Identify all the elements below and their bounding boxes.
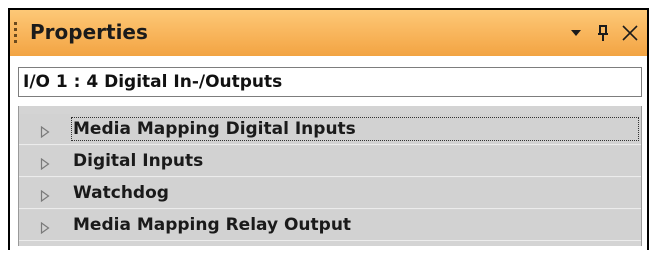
category-media-mapping-digital-inputs[interactable]: Media Mapping Digital Inputs [19, 114, 641, 145]
expand-arrow-icon[interactable] [40, 219, 50, 235]
pin-icon[interactable] [592, 22, 614, 44]
expand-arrow-icon[interactable] [40, 187, 50, 203]
panel-title: Properties [30, 20, 148, 44]
object-selector[interactable]: I/O 1 : 4 Digital In-/Outputs [18, 67, 642, 97]
expand-arrow-icon[interactable] [40, 123, 50, 139]
category-label: Watchdog [73, 183, 169, 203]
category-digital-inputs[interactable]: Digital Inputs [19, 146, 641, 177]
category-label: Digital Inputs [73, 151, 204, 171]
category-watchdog[interactable]: Watchdog [19, 178, 641, 209]
properties-panel: Properties I/O 1 : 4 Digital In-/Outputs… [8, 8, 649, 250]
category-label: Media Mapping Digital Inputs [71, 117, 639, 141]
category-label: Media Mapping Relay Output [73, 215, 352, 235]
close-icon[interactable] [619, 22, 641, 44]
expand-arrow-icon[interactable] [40, 155, 50, 171]
panel-titlebar[interactable]: Properties [10, 10, 647, 56]
category-media-mapping-relay-output[interactable]: Media Mapping Relay Output [19, 210, 641, 241]
object-selector-value: I/O 1 : 4 Digital In-/Outputs [23, 72, 283, 92]
property-grid: Media Mapping Digital Inputs Digital Inp… [18, 106, 642, 246]
drag-grip-icon[interactable] [14, 22, 18, 44]
chevron-down-icon[interactable] [565, 22, 587, 44]
